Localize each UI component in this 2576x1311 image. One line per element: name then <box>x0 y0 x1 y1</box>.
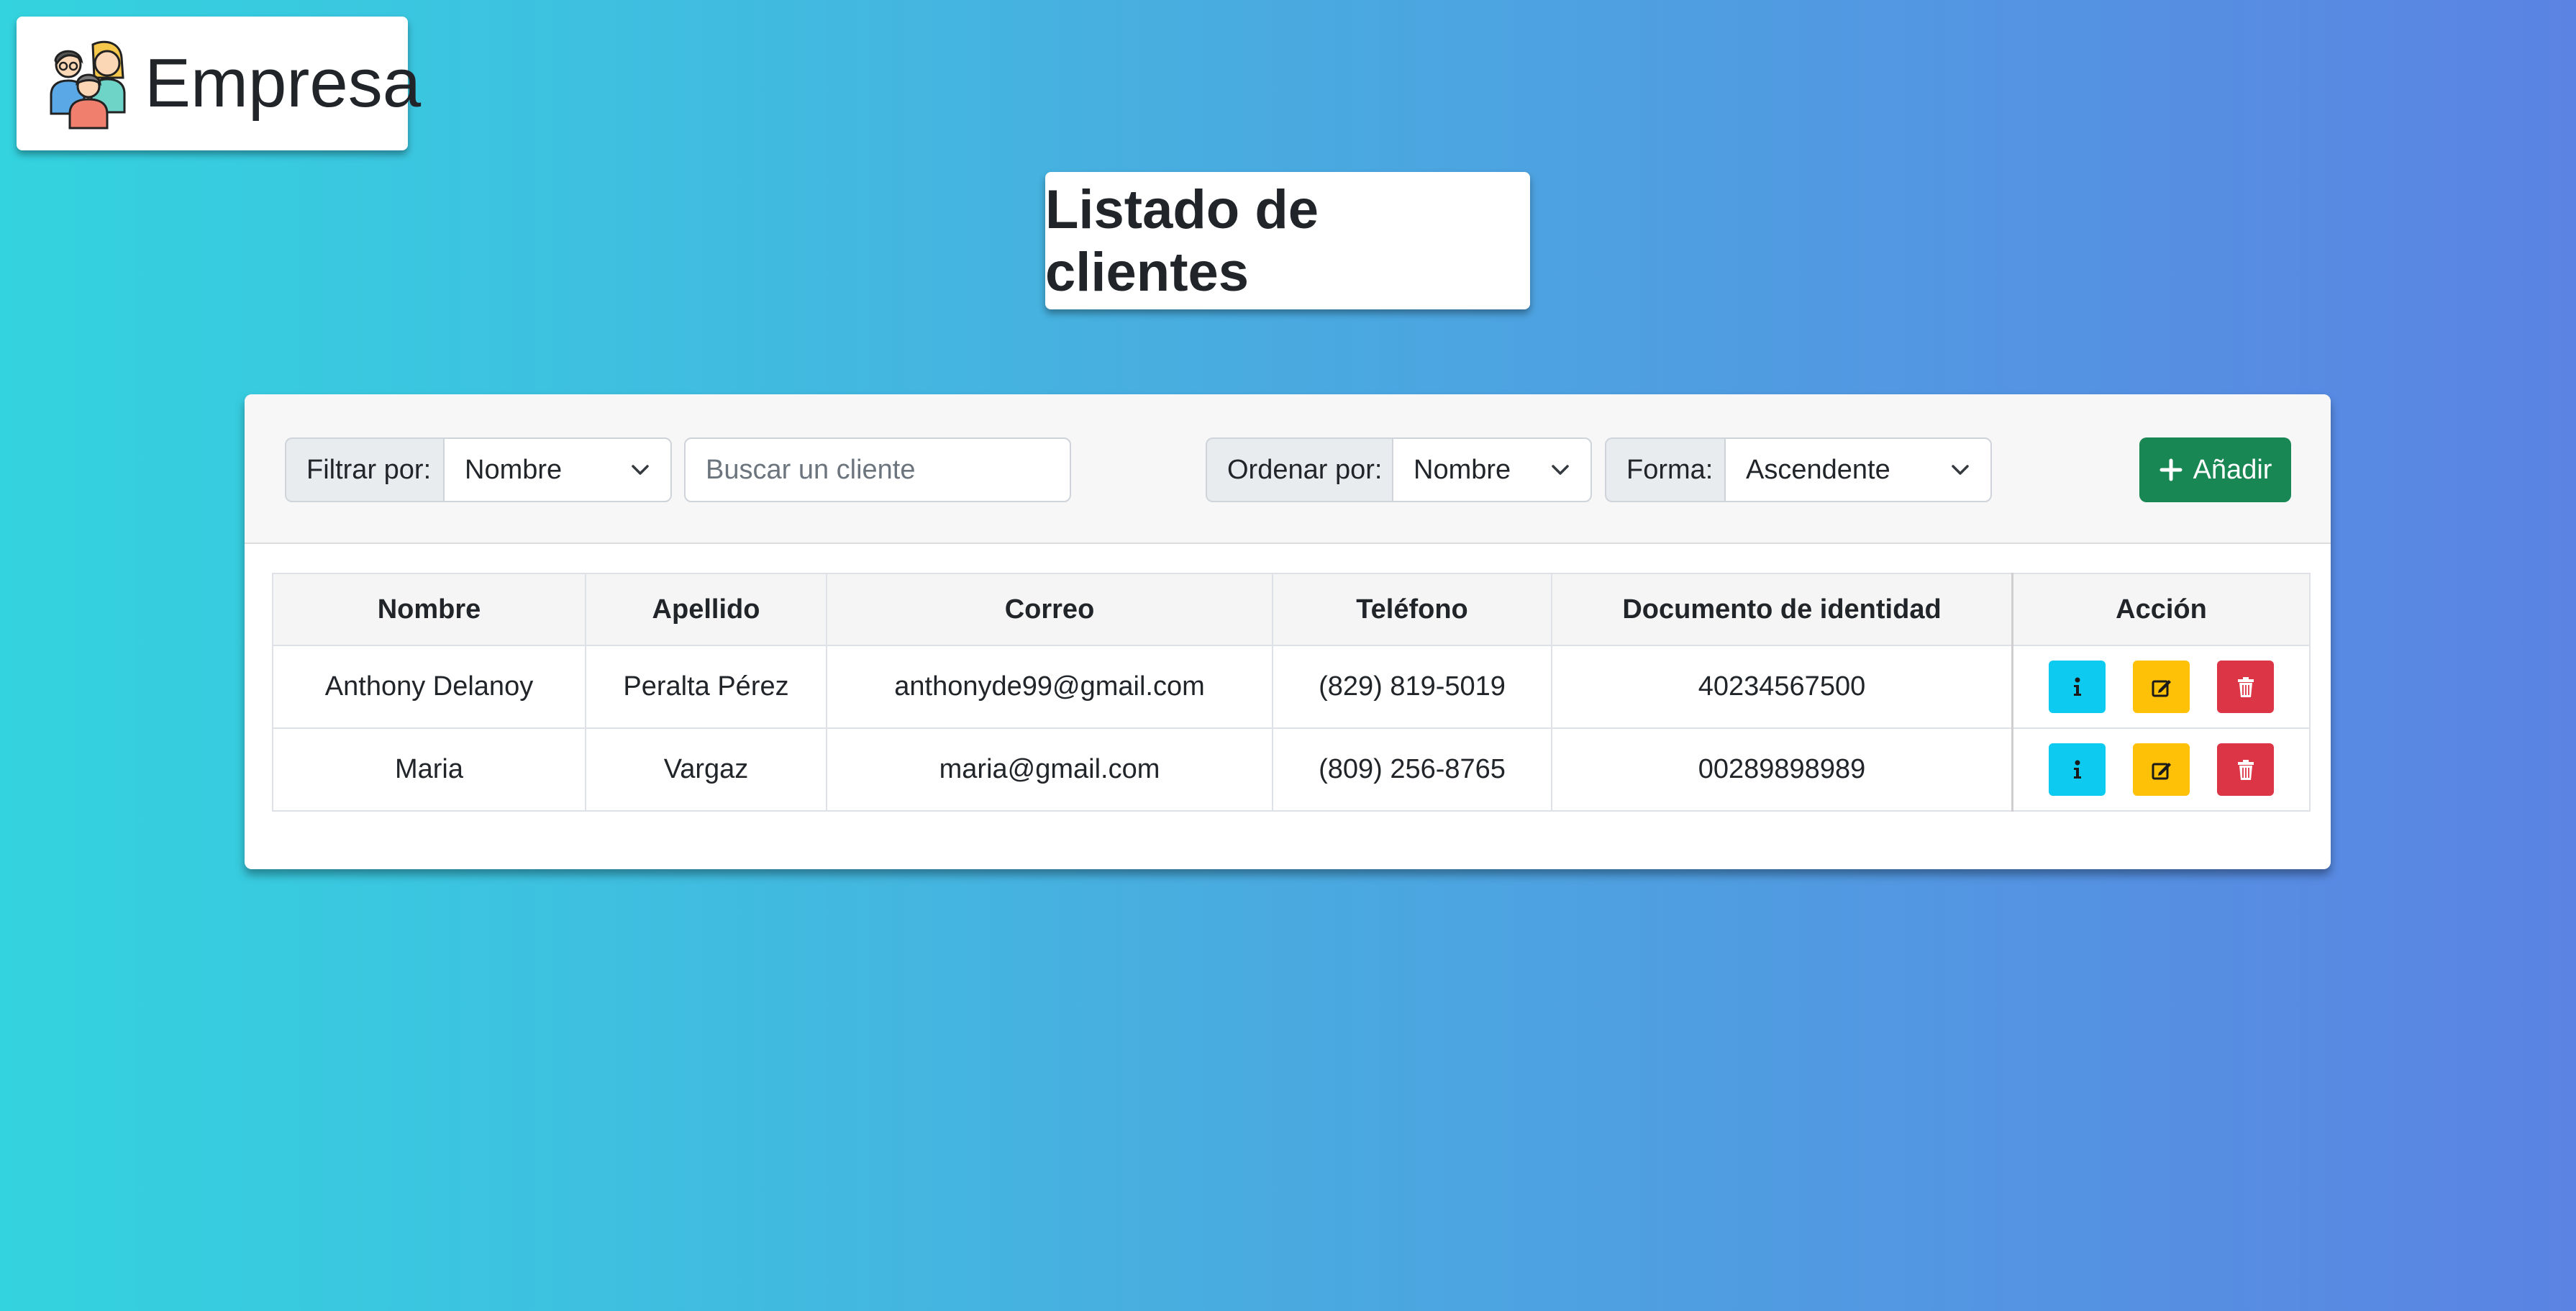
edit-icon <box>2152 679 2171 697</box>
filter-toolbar: Filtrar por: Nombre Ordenar por: Nombre … <box>245 394 2331 544</box>
order-by-group: Ordenar por: Nombre <box>1206 437 1592 502</box>
header-documento[interactable]: Documento de identidad <box>1551 573 2013 646</box>
trash-icon <box>2237 759 2254 780</box>
delete-button[interactable] <box>2217 743 2274 796</box>
sort-direction-label: Forma: <box>1605 437 1724 502</box>
cell-correo: anthonyde99@gmail.com <box>826 645 1273 729</box>
filter-by-group: Filtrar por: Nombre <box>285 437 672 502</box>
cell-telefono: (829) 819-5019 <box>1272 645 1552 729</box>
table-header-row: Nombre Apellido Correo Teléfono Document… <box>272 573 2311 646</box>
plus-icon <box>2159 458 2183 481</box>
clients-table-wrapper: Nombre Apellido Correo Teléfono Document… <box>272 573 2311 812</box>
cell-actions <box>2011 645 2311 729</box>
cell-telefono: (809) 256-8765 <box>1272 727 1552 812</box>
chevron-down-icon <box>1952 465 1969 475</box>
clients-table: Nombre Apellido Correo Teléfono Document… <box>272 573 2311 812</box>
edit-button[interactable] <box>2133 743 2190 796</box>
trash-icon <box>2237 676 2254 697</box>
filter-by-value: Nombre <box>465 454 563 485</box>
order-by-label: Ordenar por: <box>1206 437 1392 502</box>
page-title-card: Listado de clientes <box>1045 172 1530 309</box>
row-actions <box>2013 743 2309 796</box>
header-apellido[interactable]: Apellido <box>585 573 827 646</box>
info-icon <box>2073 760 2081 779</box>
brand-card[interactable]: Empresa <box>17 17 421 150</box>
cell-documento: 00289898989 <box>1551 727 2013 812</box>
table-row: Maria Vargaz maria@gmail.com (809) 256-8… <box>272 727 2311 812</box>
edit-button[interactable] <box>2133 661 2190 713</box>
info-icon <box>2073 677 2081 696</box>
row-actions <box>2013 661 2309 713</box>
info-button[interactable] <box>2049 743 2106 796</box>
cell-correo: maria@gmail.com <box>826 727 1273 812</box>
page-title: Listado de clientes <box>1045 178 1319 303</box>
clients-card: Filtrar por: Nombre Ordenar por: Nombre … <box>245 394 2331 869</box>
chevron-down-icon <box>632 465 649 475</box>
header-correo[interactable]: Correo <box>826 573 1273 646</box>
search-input[interactable] <box>684 437 1071 502</box>
add-client-label: Añadir <box>2193 454 2272 485</box>
table-row: Anthony Delanoy Peralta Pérez anthonyde9… <box>272 645 2311 729</box>
chevron-down-icon <box>1552 465 1569 475</box>
sort-direction-value: Ascendente <box>1746 454 1890 485</box>
cell-documento: 40234567500 <box>1551 645 2013 729</box>
filter-by-label: Filtrar por: <box>285 437 443 502</box>
cell-apellido: Peralta Pérez <box>585 645 827 729</box>
people-group-icon <box>50 40 126 130</box>
brand-name: Empresa <box>145 45 422 122</box>
cell-nombre: Maria <box>272 727 586 812</box>
cell-actions <box>2011 727 2311 812</box>
delete-button[interactable] <box>2217 661 2274 713</box>
add-client-button[interactable]: Añadir <box>2139 437 2291 502</box>
info-button[interactable] <box>2049 661 2106 713</box>
filter-by-select[interactable]: Nombre <box>443 437 672 502</box>
cell-apellido: Vargaz <box>585 727 827 812</box>
sort-direction-select[interactable]: Ascendente <box>1724 437 1992 502</box>
header-nombre[interactable]: Nombre <box>272 573 586 646</box>
edit-icon <box>2152 762 2171 779</box>
header-telefono[interactable]: Teléfono <box>1272 573 1552 646</box>
sort-direction-group: Forma: Ascendente <box>1605 437 1992 502</box>
order-by-select[interactable]: Nombre <box>1392 437 1592 502</box>
header-accion: Acción <box>2011 573 2311 646</box>
order-by-value: Nombre <box>1414 454 1511 485</box>
cell-nombre: Anthony Delanoy <box>272 645 586 729</box>
